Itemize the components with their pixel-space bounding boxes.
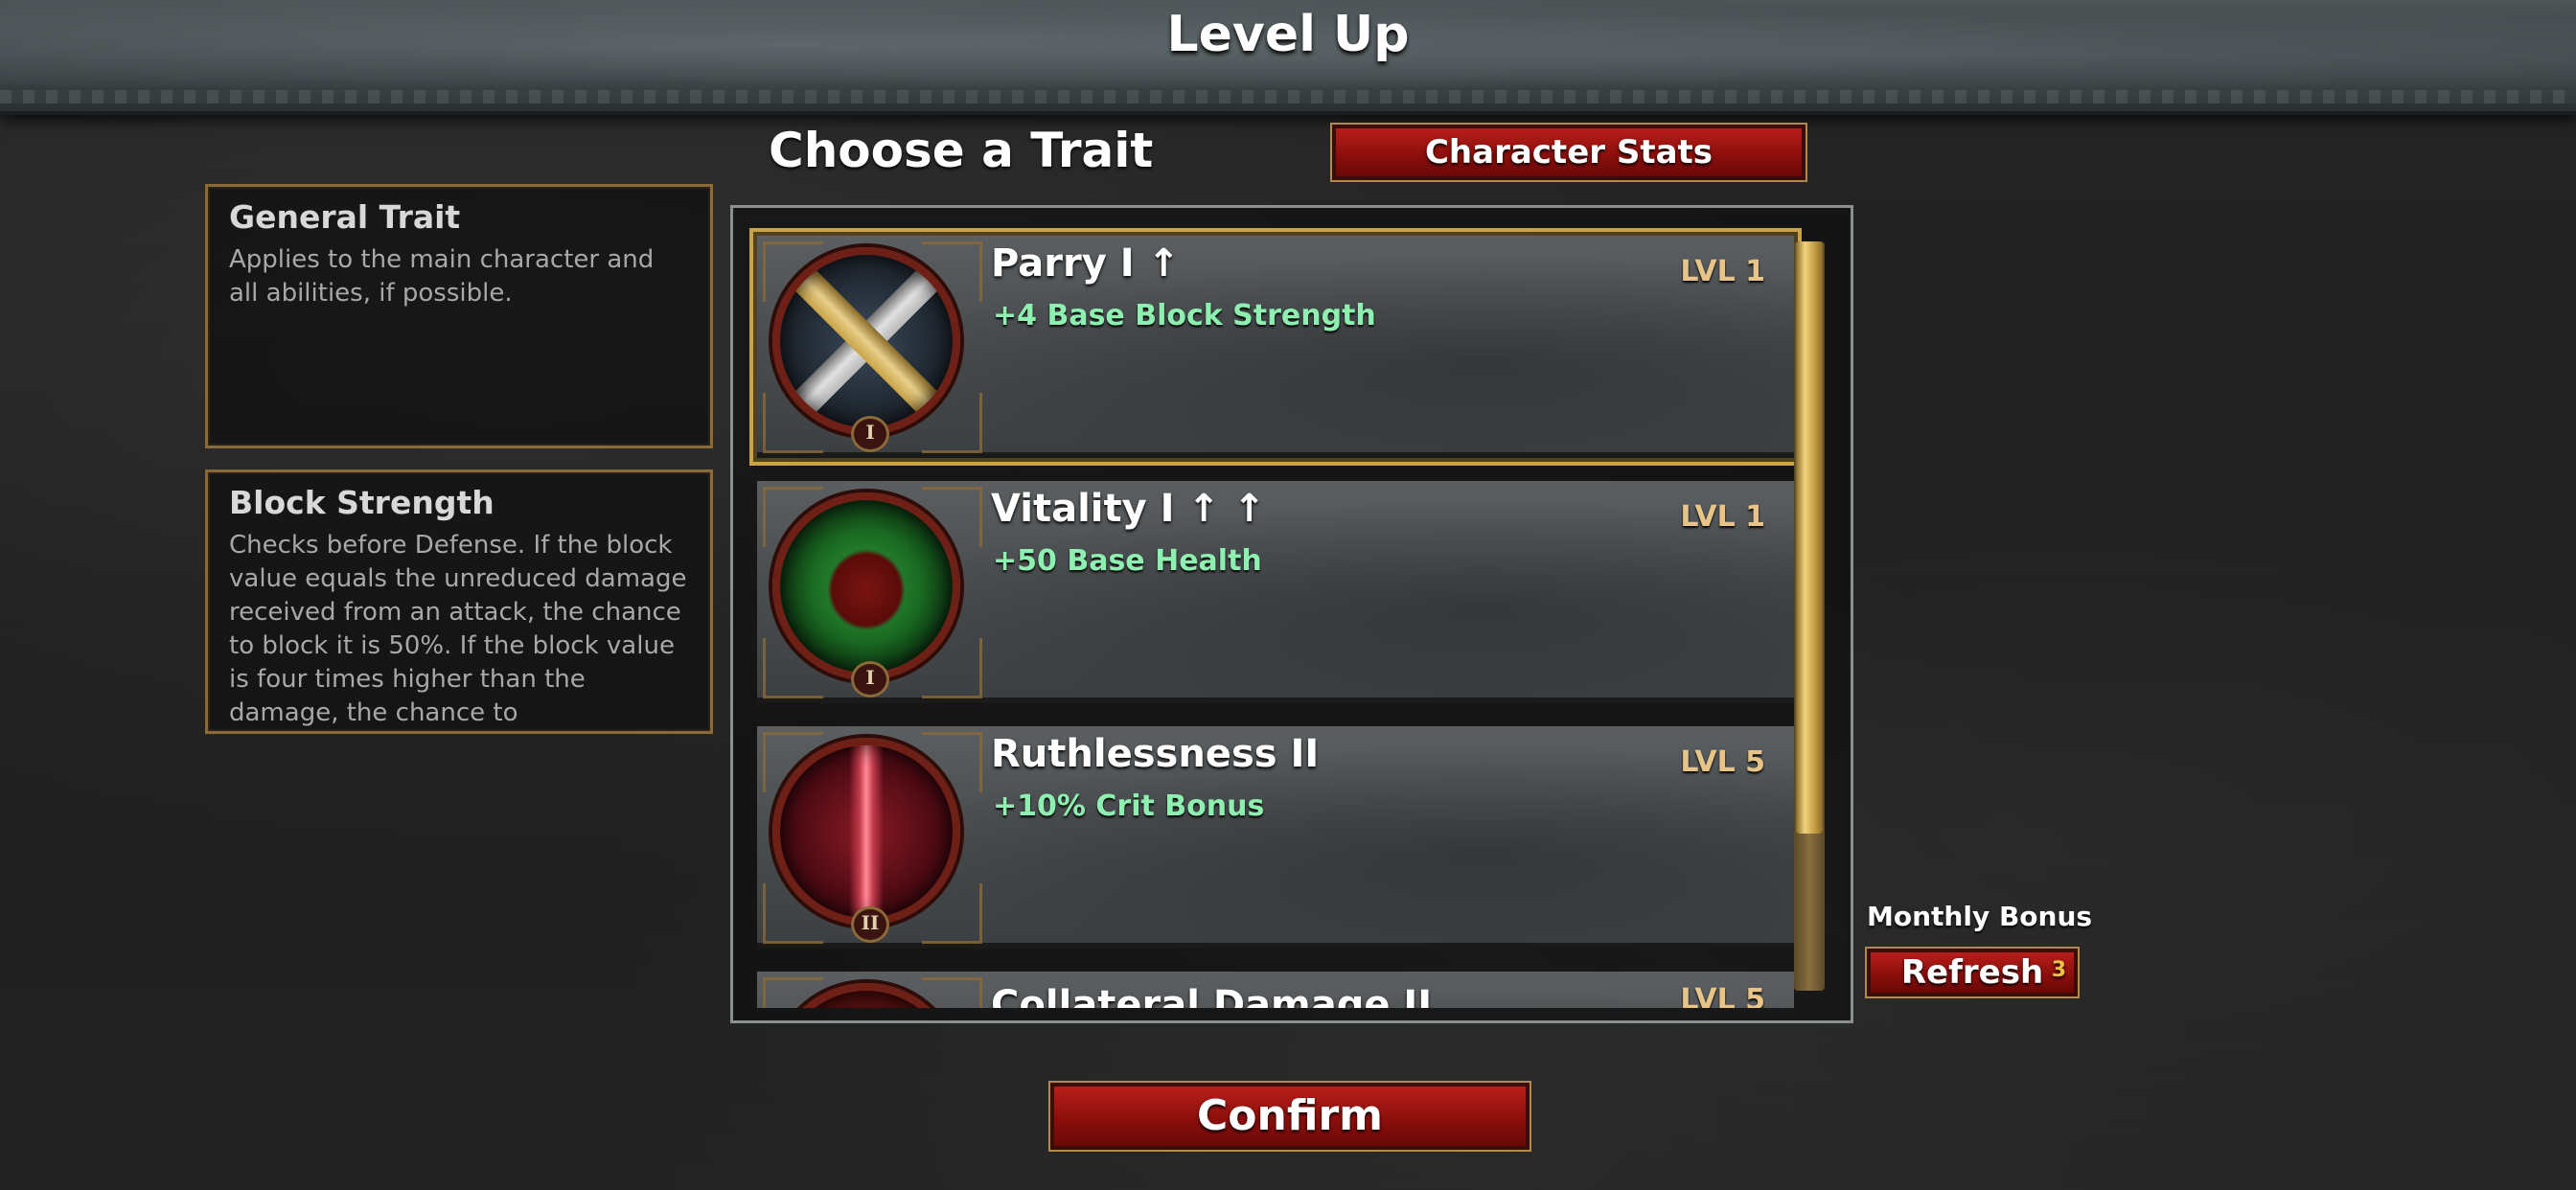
trait-list-scrollbar-thumb[interactable] bbox=[1796, 241, 1823, 834]
trait-name: Parry I ↑ bbox=[991, 241, 1181, 286]
blade-icon bbox=[772, 738, 960, 926]
trait-bonus: +10% Crit Bonus bbox=[993, 790, 1265, 823]
info-panel-title: General Trait bbox=[229, 198, 461, 236]
info-panel-text: Checks before Defense. If the block valu… bbox=[229, 531, 687, 727]
page-title: Level Up bbox=[1166, 6, 1410, 63]
tier-numeral: I bbox=[851, 416, 889, 452]
info-panel-title: Block Strength bbox=[229, 484, 494, 521]
trait-name: Vitality I ↑ ↑ bbox=[991, 487, 1266, 531]
trait-bonus: +50 Base Health bbox=[993, 544, 1262, 578]
trait-card-vitality[interactable]: I Vitality I ↑ ↑ +50 Base Health LVL 1 bbox=[757, 481, 1794, 703]
trait-level: LVL 1 bbox=[1680, 255, 1765, 288]
tier-numeral: I bbox=[851, 661, 889, 698]
crossed-swords-icon bbox=[772, 247, 960, 435]
trait-card-parry[interactable]: I Parry I ↑ +4 Base Block Strength LVL 1 bbox=[749, 228, 1802, 466]
general-trait-panel: General Trait Applies to the main charac… bbox=[205, 184, 713, 448]
info-panel-text: Applies to the main character and all ab… bbox=[229, 245, 655, 308]
confirm-button[interactable]: Confirm bbox=[1048, 1081, 1531, 1152]
block-strength-panel: Block Strength Checks before Defense. If… bbox=[205, 469, 713, 734]
tier-numeral: II bbox=[851, 906, 889, 943]
trait-card-collateral-damage[interactable]: Collateral Damage II LVL 5 bbox=[757, 972, 1794, 1008]
trait-bonus: +4 Base Block Strength bbox=[993, 299, 1376, 332]
character-stats-button[interactable]: Character Stats bbox=[1330, 123, 1807, 182]
trait-name: Collateral Damage II bbox=[991, 983, 1433, 1008]
trait-card-ruthlessness[interactable]: II Ruthlessness II +10% Crit Bonus LVL 5 bbox=[757, 726, 1794, 949]
refresh-label: Refresh bbox=[1900, 953, 2044, 992]
title-banner: Level Up bbox=[0, 0, 2576, 115]
refresh-button[interactable]: Refresh 3 bbox=[1865, 947, 2080, 998]
trait-card-clip: Collateral Damage II LVL 5 bbox=[757, 972, 1794, 1008]
trait-level: LVL 5 bbox=[1680, 983, 1765, 1008]
choose-trait-heading: Choose a Trait bbox=[769, 123, 1154, 178]
frame-corner bbox=[922, 977, 982, 1008]
trait-name: Ruthlessness II bbox=[991, 732, 1320, 776]
monthly-bonus-label: Monthly Bonus bbox=[1867, 901, 2093, 932]
heart-icon bbox=[772, 492, 960, 680]
trait-level: LVL 5 bbox=[1680, 745, 1765, 779]
trait-level: LVL 1 bbox=[1680, 500, 1765, 534]
refresh-count-badge: 3 bbox=[2051, 958, 2066, 982]
